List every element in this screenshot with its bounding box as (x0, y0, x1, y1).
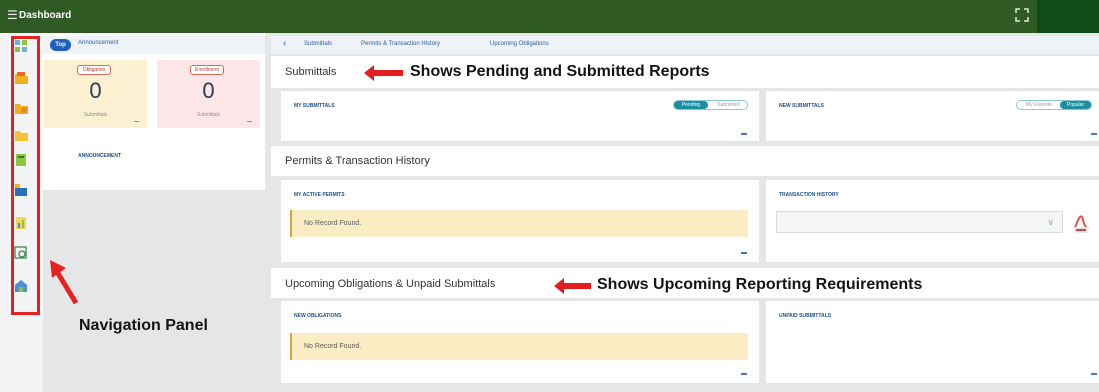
annotation-nav-arrow (50, 260, 79, 305)
panel-menu-dash[interactable] (741, 133, 747, 135)
panel-menu-dash[interactable] (741, 252, 747, 254)
annotation-nav: Navigation Panel (79, 317, 208, 334)
breadcrumb: ‹ Submittals Permits & Transaction Histo… (271, 36, 1099, 54)
my-submittals-label: MY SUBMITTALS (294, 103, 335, 109)
my-active-permits-label: MY ACTIVE PERMITS (294, 192, 345, 198)
new-obligations-label: NEW OBLIGATIONS (294, 313, 342, 319)
menu-icon[interactable]: ☰ (7, 8, 18, 22)
enrollment-sub: Submittals (196, 112, 221, 118)
new-submittals-panel: NEW SUBMITTALS My Favorite Popular (766, 91, 1099, 141)
toggle-popular[interactable]: Popular (1060, 101, 1091, 109)
transaction-history-select[interactable]: ∨ (776, 211, 1063, 233)
panel-menu-dash[interactable] (1091, 133, 1097, 135)
my-submittals-panel: MY SUBMITTALS Pending Submitted (281, 91, 759, 141)
obligation-count: 0 (89, 78, 102, 103)
title-bar: ☰ Dashboard (0, 0, 1099, 33)
announcement-card: ANNOUNCEMENT (44, 139, 266, 189)
unpaid-submittals-panel: UNPAID SUBMITTALS (766, 301, 1099, 383)
tab-announcement[interactable]: Announcement (78, 40, 118, 46)
section-title-submittals: Submittals (285, 66, 337, 78)
new-submittals-label: NEW SUBMITTALS (779, 103, 824, 109)
transaction-history-label: TRANSACTION HISTORY (779, 192, 839, 198)
no-record-text: No Record Found. (304, 343, 362, 350)
section-title-permits: Permits & Transaction History (285, 155, 430, 167)
chevron-down-icon: ∨ (1047, 217, 1054, 227)
pending-submitted-toggle[interactable]: Pending Submitted (673, 100, 748, 110)
breadcrumb-permits[interactable]: Permits & Transaction History (361, 41, 440, 47)
annotation-upcoming: Shows Upcoming Reporting Requirements (597, 276, 923, 293)
obligation-card[interactable]: Obligation 0 Submittals (44, 60, 147, 128)
enrollment-card[interactable]: Enrollment 0 Submittals (157, 60, 260, 128)
enrollment-badge: Enrollment (190, 65, 224, 75)
section-title-upcoming: Upcoming Obligations & Unpaid Submittals (285, 278, 496, 290)
page-title: Dashboard (19, 10, 72, 21)
navigation-highlight-box (11, 36, 40, 315)
chevron-left-icon[interactable]: ‹ (283, 39, 286, 49)
toggle-my-favorite[interactable]: My Favorite (1019, 101, 1059, 109)
no-record-permits: No Record Found. (290, 210, 748, 237)
left-tab-bar (43, 36, 265, 54)
no-record-obligations: No Record Found. (290, 333, 748, 360)
toggle-pending[interactable]: Pending (674, 101, 708, 109)
obligation-sub: Submittals (83, 112, 108, 118)
card-menu-dash[interactable] (134, 121, 139, 122)
unpaid-submittals-label: UNPAID SUBMITTALS (779, 313, 832, 319)
breadcrumb-submittals[interactable]: Submittals (304, 41, 332, 47)
card-menu-dash[interactable] (247, 121, 252, 122)
announcement-label: ANNOUNCEMENT (78, 153, 122, 159)
tab-top[interactable]: Top (50, 39, 71, 51)
annotation-submittals: Shows Pending and Submitted Reports (410, 63, 710, 80)
panel-menu-dash[interactable] (741, 373, 747, 375)
obligation-badge: Obligation (77, 65, 111, 75)
breadcrumb-upcoming[interactable]: Upcoming Obligations (490, 41, 549, 47)
no-record-text: No Record Found. (304, 220, 362, 227)
annotation-arrow (554, 278, 591, 294)
enrollment-count: 0 (202, 78, 215, 103)
pdf-icon[interactable] (1072, 208, 1090, 234)
header-right-block (1037, 0, 1099, 33)
fullscreen-icon[interactable] (1015, 8, 1029, 22)
panel-menu-dash[interactable] (1091, 373, 1097, 375)
annotation-arrow (364, 65, 403, 81)
favorite-popular-toggle[interactable]: My Favorite Popular (1016, 100, 1092, 110)
toggle-submitted[interactable]: Submitted (710, 101, 747, 109)
